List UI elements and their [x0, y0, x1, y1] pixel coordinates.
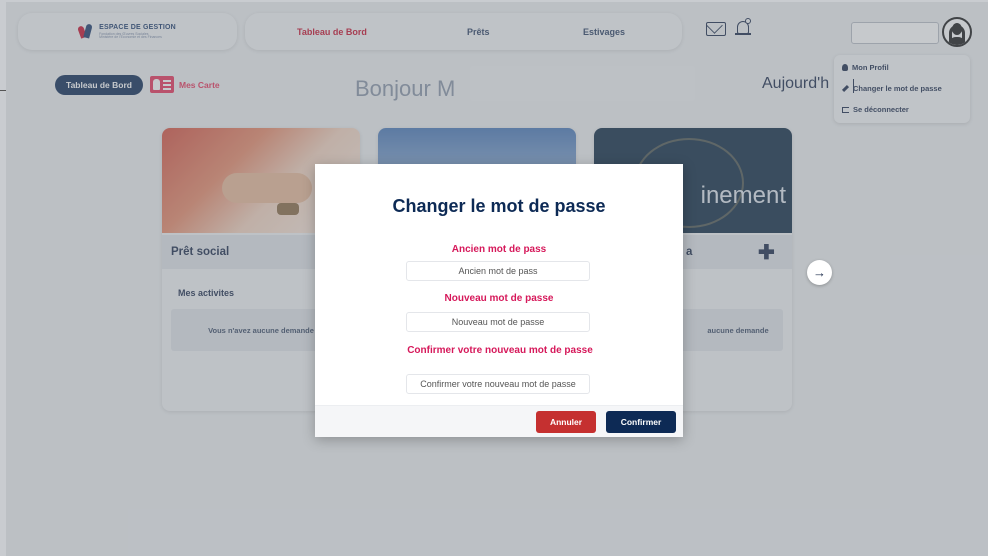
new-password-input[interactable] — [406, 312, 590, 332]
modal-title: Changer le mot de passe — [392, 196, 606, 216]
confirm-button[interactable]: Confirmer — [606, 411, 676, 433]
old-password-input[interactable] — [406, 261, 590, 281]
confirm-password-input[interactable] — [406, 374, 590, 394]
next-arrow-button[interactable]: → — [807, 260, 832, 285]
cancel-button[interactable]: Annuler — [536, 411, 596, 433]
change-password-modal: Changer le mot de passe Ancien mot de pa… — [315, 164, 683, 437]
old-password-label: Ancien mot de pass — [451, 244, 547, 255]
new-password-label: Nouveau mot de passe — [444, 293, 554, 304]
confirm-password-label: Confirmer votre nouveau mot de passe — [407, 345, 593, 356]
